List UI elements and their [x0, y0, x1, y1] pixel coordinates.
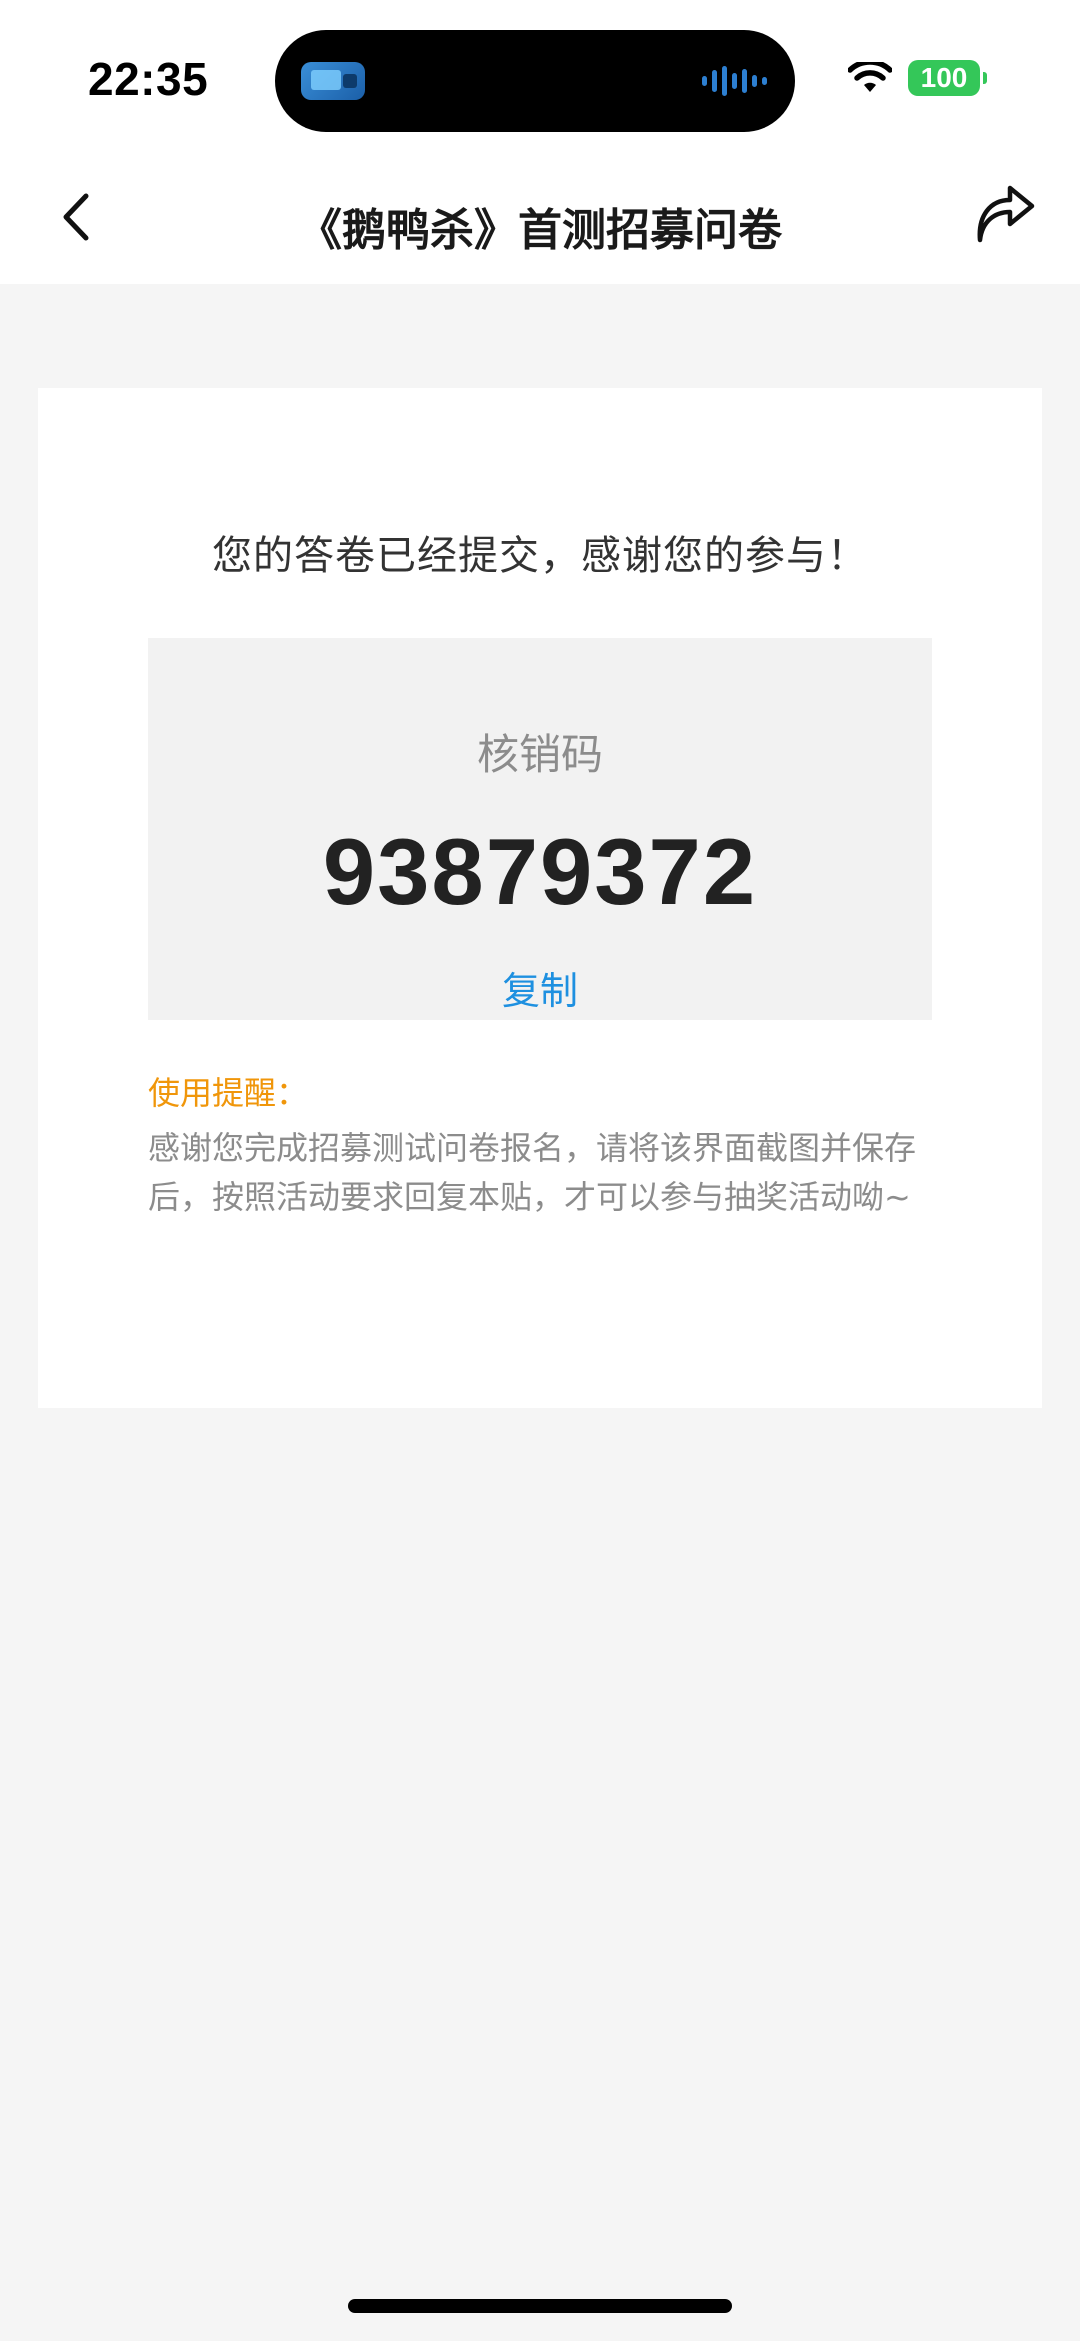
reminder-title: 使用提醒： [148, 1074, 309, 1112]
copy-button[interactable]: 复制 [502, 960, 578, 1015]
thanks-message: 您的答卷已经提交，感谢您的参与！ [212, 533, 868, 579]
code-box: 核销码 93879372 复制 [148, 638, 932, 1020]
chevron-left-icon[interactable] [44, 182, 114, 252]
home-indicator[interactable] [348, 2299, 732, 2313]
result-card: 您的答卷已经提交，感谢您的参与！ 核销码 93879372 复制 使用提醒： 感… [38, 388, 1042, 1408]
code-label: 核销码 [476, 730, 603, 779]
status-bar: 22:35 100 [0, 0, 1080, 160]
code-value: 93879372 [322, 819, 758, 924]
nav-bar: 《鹅鸭杀》首测招募问卷 [0, 160, 1080, 284]
battery-icon: 100 [908, 60, 987, 96]
audio-wave-icon [702, 66, 767, 96]
status-time: 22:35 [88, 53, 209, 105]
app-icon [301, 62, 365, 100]
reminder-body: 感谢您完成招募测试问卷报名，请将该界面截图并保存后，按照活动要求回复本贴，才可以… [148, 1129, 917, 1216]
dynamic-island [275, 30, 795, 132]
page-title: 《鹅鸭杀》首测招募问卷 [298, 205, 782, 256]
screen: 22:35 100 《鹅鸭杀》首测招募问卷 您的答卷已经提交，感谢您的参与！ 核… [0, 0, 1080, 2341]
wifi-icon [848, 62, 892, 92]
share-arrow-icon[interactable] [966, 180, 1042, 256]
